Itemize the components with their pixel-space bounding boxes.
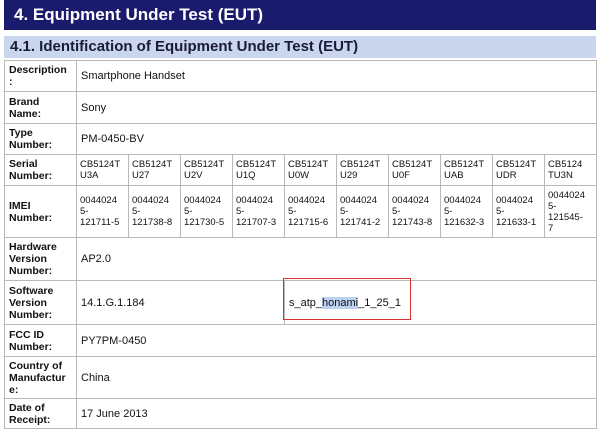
fcc-value: PY7PM-0450 [75, 324, 598, 357]
type-value: PM-0450-BV [75, 123, 598, 155]
imei-label: IMEI Number: [4, 185, 77, 238]
serial-cell: CB5124T U3A [76, 154, 129, 186]
imei-cell: 0044024 5- 121707-3 [232, 185, 285, 238]
serial-cell: CB5124T UAB [440, 154, 493, 186]
serial-cell: CB5124T UDR [492, 154, 545, 186]
row-description: Description: Smartphone Handset [4, 60, 598, 92]
fcc-label: FCC ID Number: [4, 324, 77, 357]
date-label: Date of Receipt: [4, 398, 77, 429]
brand-value: Sony [75, 91, 598, 124]
serial-cell: CB5124 TU3N [543, 154, 598, 186]
row-imei: IMEI Number: 0044024 5- 121711-5 0044024 5- 1… [4, 185, 598, 238]
imei-cell: 0044024 5- 121545- 7 [543, 185, 598, 238]
serial-cell: CB5124T U0F [388, 154, 441, 186]
subsection-heading: 4.1. Identification of Equipment Under T… [4, 36, 596, 58]
row-fcc: FCC ID Number: PY7PM-0450 [4, 324, 598, 357]
document-page: 4. Equipment Under Test (EUT) 4.1. Ident… [0, 0, 600, 438]
country-value: China [75, 356, 598, 399]
country-label: Country of Manufactur e: [4, 356, 77, 399]
row-hardware: Hardware Version Number: AP2.0 [4, 237, 598, 281]
brand-label: Brand Name: [4, 91, 77, 124]
imei-cell: 0044024 5- 121738-8 [128, 185, 181, 238]
serial-label: Serial Number: [4, 154, 77, 186]
hardware-value: AP2.0 [75, 237, 598, 281]
software-value: 14.1.G.1.184 [76, 280, 285, 325]
imei-cell: 0044024 5- 121633-1 [492, 185, 545, 238]
row-date: Date of Receipt: 17 June 2013 [4, 398, 598, 429]
serial-cell: CB5124T U0W [284, 154, 337, 186]
serial-cell: CB5124T U1Q [232, 154, 285, 186]
imei-cell: 0044024 5- 121730-5 [180, 185, 233, 238]
hardware-label: Hardware Version Number: [4, 237, 77, 281]
row-country: Country of Manufactur e: China [4, 356, 598, 399]
imei-cell: 0044024 5- 121743-8 [388, 185, 441, 238]
eut-identification-table: Description: Smartphone Handset Brand Nam… [4, 60, 598, 429]
software-label: Software Version Number: [4, 280, 77, 325]
date-value: 17 June 2013 [75, 398, 598, 429]
description-label: Description: [4, 60, 77, 92]
annotation-box [283, 278, 411, 320]
row-brand: Brand Name: Sony [4, 91, 598, 124]
imei-cell: 0044024 5- 121715-6 [284, 185, 337, 238]
description-value: Smartphone Handset [75, 60, 598, 92]
serial-cell: CB5124T U29 [336, 154, 389, 186]
serial-cell: CB5124T U27 [128, 154, 181, 186]
row-serial: Serial Number: CB5124T U3A CB5124T U27 CB51… [4, 154, 598, 186]
row-type: Type Number: PM-0450-BV [4, 123, 598, 155]
imei-cell: 0044024 5- 121632-3 [440, 185, 493, 238]
imei-cell: 0044024 5- 121741-2 [336, 185, 389, 238]
imei-cell: 0044024 5- 121711-5 [76, 185, 129, 238]
section-heading: 4. Equipment Under Test (EUT) [4, 0, 596, 30]
serial-cell: CB5124T U2V [180, 154, 233, 186]
type-label: Type Number: [4, 123, 77, 155]
